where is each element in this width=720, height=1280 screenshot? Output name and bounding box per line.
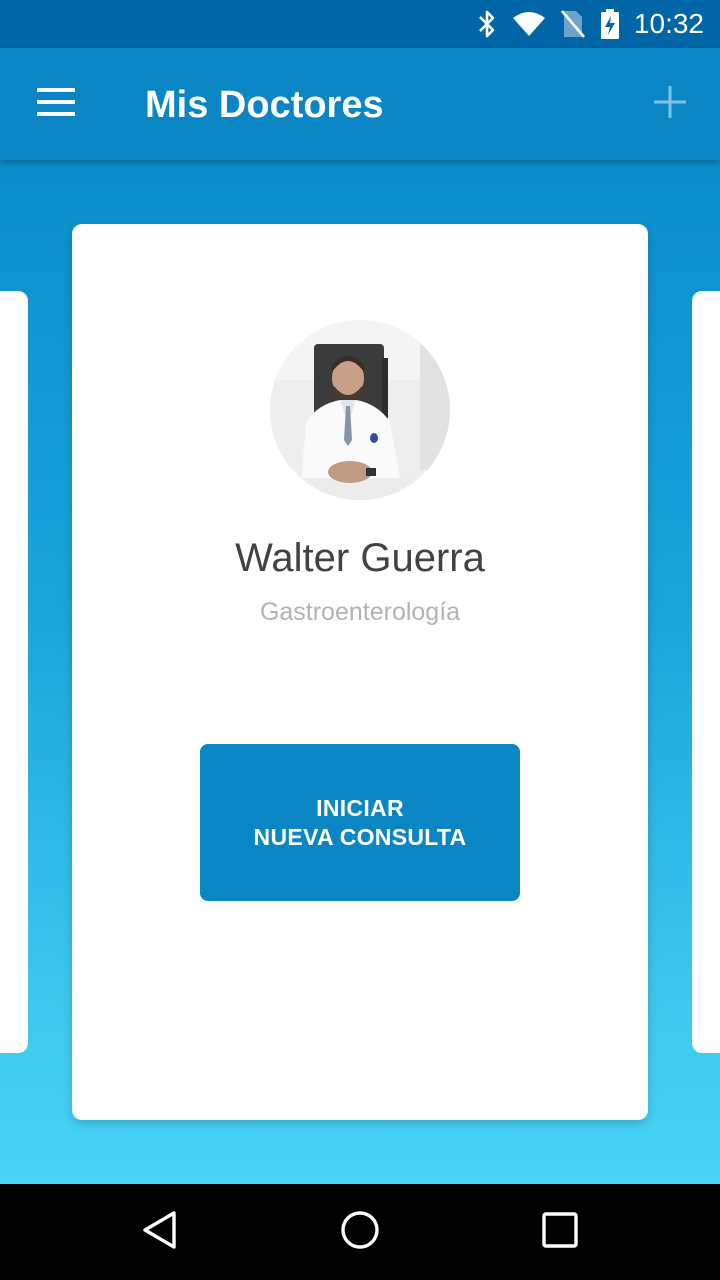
doctor-carousel[interactable]: Walter Guerra Gastroenterología INICIAR … (0, 160, 720, 1184)
home-icon (340, 1210, 380, 1255)
button-label-line1: INICIAR (316, 794, 404, 821)
add-icon (654, 85, 686, 123)
battery-charging-icon (600, 9, 620, 39)
doctor-specialty: Gastroenterología (259, 598, 461, 626)
status-time: 10:32 (633, 8, 704, 39)
start-consultation-button[interactable]: INICIAR NUEVA CONSULTA (200, 744, 520, 901)
back-button[interactable] (136, 1208, 184, 1256)
no-sim-icon (560, 9, 586, 39)
home-button[interactable] (336, 1208, 384, 1256)
page-title: Mis Doctores (145, 84, 384, 126)
app-bar: Mis Doctores (0, 48, 720, 160)
menu-button[interactable] (28, 80, 84, 128)
navigation-bar (0, 1184, 720, 1280)
recents-icon (542, 1211, 578, 1253)
next-doctor-card[interactable] (692, 291, 720, 1053)
doctor-avatar (270, 320, 450, 500)
back-icon (142, 1210, 178, 1255)
doctor-card: Walter Guerra Gastroenterología INICIAR … (72, 224, 648, 1120)
status-bar: 10:32 (0, 0, 720, 48)
previous-doctor-card[interactable] (0, 291, 28, 1053)
menu-icon (37, 87, 75, 121)
doctor-name: Walter Guerra (235, 536, 485, 580)
wifi-icon (512, 11, 546, 37)
button-label-line2: NUEVA CONSULTA (253, 823, 467, 850)
add-doctor-button[interactable] (642, 78, 698, 130)
bluetooth-icon (476, 9, 498, 39)
recents-button[interactable] (536, 1208, 584, 1256)
